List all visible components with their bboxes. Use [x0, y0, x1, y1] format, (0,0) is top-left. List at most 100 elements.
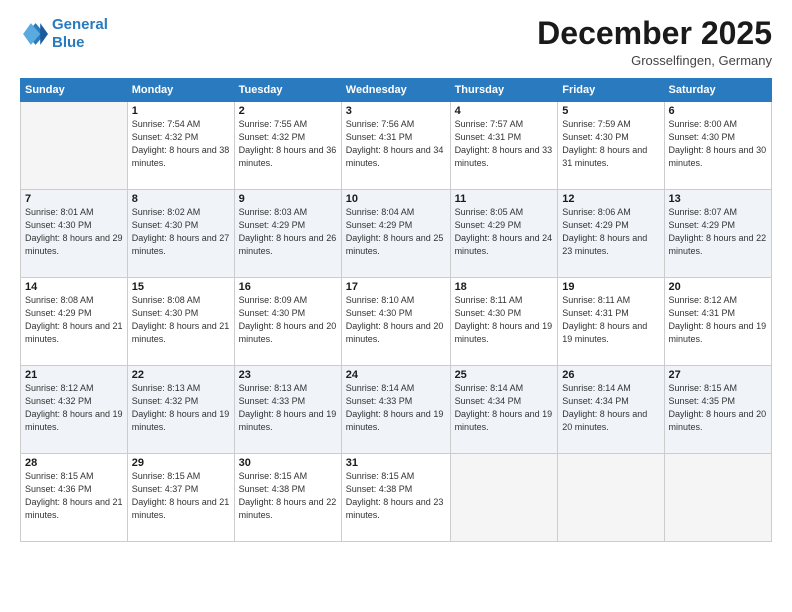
daylight-label: Daylight: 8 hours and 20 minutes. — [239, 321, 337, 344]
logo: General Blue — [20, 16, 108, 52]
day-info: Sunrise: 8:08 AMSunset: 4:30 PMDaylight:… — [132, 294, 230, 346]
day-number: 3 — [346, 105, 446, 117]
daylight-label: Daylight: 8 hours and 21 minutes. — [132, 497, 230, 520]
calendar-cell — [664, 454, 771, 542]
day-info: Sunrise: 7:57 AMSunset: 4:31 PMDaylight:… — [455, 118, 554, 170]
daylight-label: Daylight: 8 hours and 19 minutes. — [455, 321, 553, 344]
day-info: Sunrise: 8:15 AMSunset: 4:38 PMDaylight:… — [239, 470, 337, 522]
daylight-label: Daylight: 8 hours and 26 minutes. — [239, 233, 337, 256]
day-info: Sunrise: 8:04 AMSunset: 4:29 PMDaylight:… — [346, 206, 446, 258]
sunrise-label: Sunrise: 8:11 AM — [455, 295, 523, 305]
sunrise-label: Sunrise: 8:12 AM — [25, 383, 94, 393]
day-info: Sunrise: 8:15 AMSunset: 4:35 PMDaylight:… — [669, 382, 767, 434]
calendar-cell: 19Sunrise: 8:11 AMSunset: 4:31 PMDayligh… — [558, 278, 664, 366]
day-info: Sunrise: 8:03 AMSunset: 4:29 PMDaylight:… — [239, 206, 337, 258]
sunset-label: Sunset: 4:30 PM — [239, 308, 306, 318]
day-number: 7 — [25, 193, 123, 205]
sunrise-label: Sunrise: 8:05 AM — [455, 207, 524, 217]
day-info: Sunrise: 7:54 AMSunset: 4:32 PMDaylight:… — [132, 118, 230, 170]
calendar-cell: 4Sunrise: 7:57 AMSunset: 4:31 PMDaylight… — [450, 102, 558, 190]
daylight-label: Daylight: 8 hours and 25 minutes. — [346, 233, 444, 256]
logo-icon — [20, 20, 48, 48]
title-block: December 2025 Grosselfingen, Germany — [537, 16, 772, 68]
daylight-label: Daylight: 8 hours and 33 minutes. — [455, 145, 553, 168]
header-sunday: Sunday — [21, 79, 128, 102]
calendar-cell: 18Sunrise: 8:11 AMSunset: 4:30 PMDayligh… — [450, 278, 558, 366]
sunset-label: Sunset: 4:30 PM — [132, 308, 199, 318]
calendar-cell: 20Sunrise: 8:12 AMSunset: 4:31 PMDayligh… — [664, 278, 771, 366]
sunrise-label: Sunrise: 8:10 AM — [346, 295, 415, 305]
day-info: Sunrise: 8:11 AMSunset: 4:31 PMDaylight:… — [562, 294, 659, 346]
day-number: 24 — [346, 369, 446, 381]
header-thursday: Thursday — [450, 79, 558, 102]
day-number: 19 — [562, 281, 659, 293]
day-info: Sunrise: 7:56 AMSunset: 4:31 PMDaylight:… — [346, 118, 446, 170]
day-info: Sunrise: 8:08 AMSunset: 4:29 PMDaylight:… — [25, 294, 123, 346]
calendar-cell: 1Sunrise: 7:54 AMSunset: 4:32 PMDaylight… — [127, 102, 234, 190]
day-info: Sunrise: 8:15 AMSunset: 4:37 PMDaylight:… — [132, 470, 230, 522]
daylight-label: Daylight: 8 hours and 19 minutes. — [346, 409, 444, 432]
day-number: 16 — [239, 281, 337, 293]
sunrise-label: Sunrise: 7:54 AM — [132, 119, 201, 129]
sunrise-label: Sunrise: 8:14 AM — [562, 383, 631, 393]
weekday-header-row: Sunday Monday Tuesday Wednesday Thursday… — [21, 79, 772, 102]
calendar-cell: 10Sunrise: 8:04 AMSunset: 4:29 PMDayligh… — [341, 190, 450, 278]
sunrise-label: Sunrise: 8:09 AM — [239, 295, 308, 305]
day-info: Sunrise: 8:12 AMSunset: 4:31 PMDaylight:… — [669, 294, 767, 346]
daylight-label: Daylight: 8 hours and 19 minutes. — [562, 321, 647, 344]
calendar-week-3: 21Sunrise: 8:12 AMSunset: 4:32 PMDayligh… — [21, 366, 772, 454]
daylight-label: Daylight: 8 hours and 22 minutes. — [239, 497, 337, 520]
sunrise-label: Sunrise: 8:12 AM — [669, 295, 738, 305]
sunset-label: Sunset: 4:30 PM — [669, 132, 736, 142]
daylight-label: Daylight: 8 hours and 21 minutes. — [25, 321, 123, 344]
day-number: 17 — [346, 281, 446, 293]
day-number: 13 — [669, 193, 767, 205]
day-number: 15 — [132, 281, 230, 293]
sunset-label: Sunset: 4:30 PM — [455, 308, 522, 318]
sunrise-label: Sunrise: 8:00 AM — [669, 119, 738, 129]
daylight-label: Daylight: 8 hours and 38 minutes. — [132, 145, 230, 168]
sunrise-label: Sunrise: 7:57 AM — [455, 119, 524, 129]
calendar-cell: 27Sunrise: 8:15 AMSunset: 4:35 PMDayligh… — [664, 366, 771, 454]
calendar-cell: 13Sunrise: 8:07 AMSunset: 4:29 PMDayligh… — [664, 190, 771, 278]
sunset-label: Sunset: 4:29 PM — [562, 220, 629, 230]
sunset-label: Sunset: 4:38 PM — [239, 484, 306, 494]
day-number: 11 — [455, 193, 554, 205]
day-info: Sunrise: 7:59 AMSunset: 4:30 PMDaylight:… — [562, 118, 659, 170]
day-number: 9 — [239, 193, 337, 205]
calendar-cell: 26Sunrise: 8:14 AMSunset: 4:34 PMDayligh… — [558, 366, 664, 454]
sunrise-label: Sunrise: 8:01 AM — [25, 207, 94, 217]
daylight-label: Daylight: 8 hours and 31 minutes. — [562, 145, 647, 168]
header-saturday: Saturday — [664, 79, 771, 102]
day-number: 30 — [239, 457, 337, 469]
day-info: Sunrise: 8:15 AMSunset: 4:38 PMDaylight:… — [346, 470, 446, 522]
sunrise-label: Sunrise: 8:15 AM — [669, 383, 738, 393]
day-info: Sunrise: 8:14 AMSunset: 4:34 PMDaylight:… — [455, 382, 554, 434]
calendar-cell: 8Sunrise: 8:02 AMSunset: 4:30 PMDaylight… — [127, 190, 234, 278]
calendar-cell: 25Sunrise: 8:14 AMSunset: 4:34 PMDayligh… — [450, 366, 558, 454]
sunrise-label: Sunrise: 8:15 AM — [25, 471, 94, 481]
day-number: 21 — [25, 369, 123, 381]
sunset-label: Sunset: 4:34 PM — [562, 396, 629, 406]
calendar-cell: 2Sunrise: 7:55 AMSunset: 4:32 PMDaylight… — [234, 102, 341, 190]
day-info: Sunrise: 8:01 AMSunset: 4:30 PMDaylight:… — [25, 206, 123, 258]
day-number: 4 — [455, 105, 554, 117]
logo-text: General Blue — [52, 16, 108, 52]
calendar-cell: 3Sunrise: 7:56 AMSunset: 4:31 PMDaylight… — [341, 102, 450, 190]
sunrise-label: Sunrise: 8:14 AM — [455, 383, 524, 393]
daylight-label: Daylight: 8 hours and 30 minutes. — [669, 145, 767, 168]
calendar-cell: 29Sunrise: 8:15 AMSunset: 4:37 PMDayligh… — [127, 454, 234, 542]
calendar-cell — [21, 102, 128, 190]
sunrise-label: Sunrise: 8:02 AM — [132, 207, 201, 217]
day-number: 29 — [132, 457, 230, 469]
header: General Blue December 2025 Grosselfingen… — [20, 16, 772, 68]
daylight-label: Daylight: 8 hours and 23 minutes. — [562, 233, 647, 256]
sunset-label: Sunset: 4:31 PM — [346, 132, 413, 142]
day-number: 1 — [132, 105, 230, 117]
daylight-label: Daylight: 8 hours and 19 minutes. — [239, 409, 337, 432]
sunset-label: Sunset: 4:37 PM — [132, 484, 199, 494]
sunset-label: Sunset: 4:33 PM — [239, 396, 306, 406]
day-number: 12 — [562, 193, 659, 205]
calendar-week-0: 1Sunrise: 7:54 AMSunset: 4:32 PMDaylight… — [21, 102, 772, 190]
day-info: Sunrise: 8:14 AMSunset: 4:34 PMDaylight:… — [562, 382, 659, 434]
